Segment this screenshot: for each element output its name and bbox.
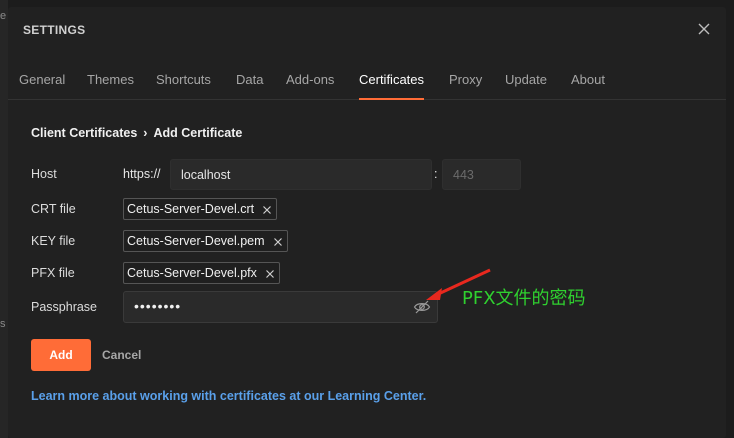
background-app-edge: e s bbox=[0, 0, 8, 438]
tab-general[interactable]: General bbox=[19, 55, 65, 99]
crt-file-chip: Cetus-Server-Devel.crt bbox=[123, 198, 278, 220]
close-icon[interactable] bbox=[696, 21, 712, 37]
host-input[interactable] bbox=[170, 159, 432, 190]
tab-themes[interactable]: Themes bbox=[87, 55, 134, 99]
learning-center-link[interactable]: Learn more about working with certificat… bbox=[31, 389, 426, 403]
annotation-text: PFX文件的密码 bbox=[462, 288, 586, 309]
port-separator: : bbox=[434, 167, 438, 181]
modal-title: SETTINGS bbox=[23, 23, 86, 37]
key-file-chip: Cetus-Server-Devel.pem bbox=[123, 230, 288, 252]
tab-update[interactable]: Update bbox=[505, 55, 547, 99]
settings-modal: SETTINGS General Themes Shortcuts Data A… bbox=[8, 7, 726, 438]
host-label: Host bbox=[31, 167, 57, 181]
port-input[interactable] bbox=[442, 159, 521, 190]
breadcrumb-parent[interactable]: Client Certificates bbox=[31, 126, 137, 140]
remove-key-file-icon[interactable] bbox=[273, 236, 283, 246]
tab-proxy[interactable]: Proxy bbox=[449, 55, 482, 99]
passphrase-input[interactable]: •••••••• bbox=[123, 291, 438, 323]
add-button[interactable]: Add bbox=[31, 339, 91, 371]
tab-shortcuts[interactable]: Shortcuts bbox=[156, 55, 211, 99]
background-char: e bbox=[0, 10, 7, 22]
breadcrumb-current: Add Certificate bbox=[153, 126, 243, 140]
passphrase-masked-value: •••••••• bbox=[134, 298, 182, 314]
crt-file-name: Cetus-Server-Devel.crt bbox=[127, 202, 255, 216]
pfx-file-chip: Cetus-Server-Devel.pfx bbox=[123, 262, 280, 284]
tab-add-ons[interactable]: Add-ons bbox=[286, 55, 334, 99]
tab-about[interactable]: About bbox=[571, 55, 605, 99]
pfx-file-name: Cetus-Server-Devel.pfx bbox=[127, 266, 257, 280]
settings-tabs: General Themes Shortcuts Data Add-ons Ce… bbox=[8, 55, 726, 100]
tab-certificates[interactable]: Certificates bbox=[359, 55, 425, 100]
pfx-file-label: PFX file bbox=[31, 266, 75, 280]
key-file-name: Cetus-Server-Devel.pem bbox=[127, 234, 265, 248]
key-file-label: KEY file bbox=[31, 234, 76, 248]
host-protocol-prefix: https:// bbox=[123, 167, 161, 181]
cancel-button[interactable]: Cancel bbox=[96, 339, 146, 371]
modal-header: SETTINGS bbox=[8, 7, 726, 53]
remove-pfx-file-icon[interactable] bbox=[265, 268, 275, 278]
breadcrumb: Client Certificates › Add Certificate bbox=[31, 126, 242, 140]
tab-data[interactable]: Data bbox=[236, 55, 263, 99]
remove-crt-file-icon[interactable] bbox=[262, 204, 272, 214]
breadcrumb-separator: › bbox=[143, 126, 148, 140]
crt-file-label: CRT file bbox=[31, 202, 76, 216]
passphrase-label: Passphrase bbox=[31, 300, 98, 314]
background-char: s bbox=[0, 318, 6, 330]
